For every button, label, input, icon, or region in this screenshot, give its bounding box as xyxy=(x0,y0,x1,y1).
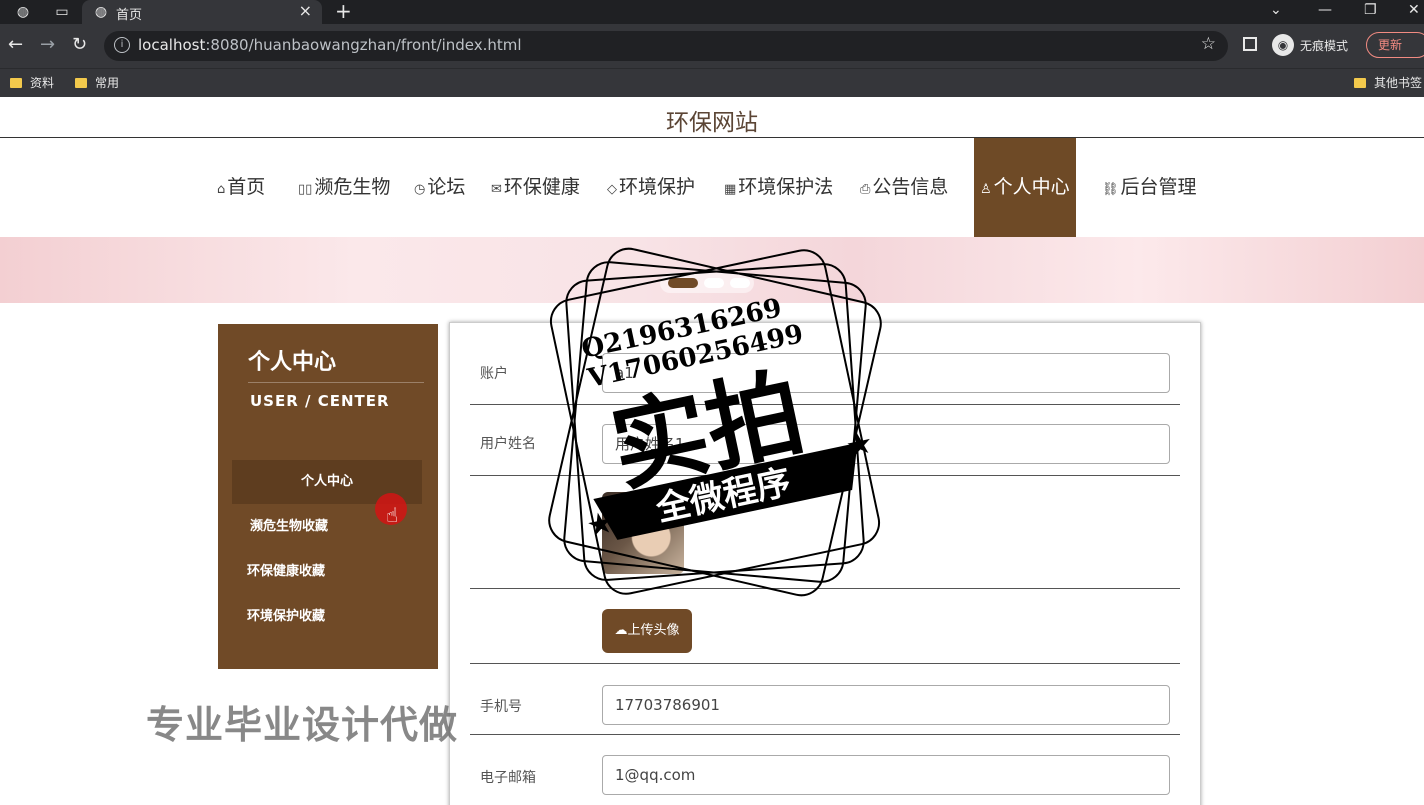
back-arrow-icon[interactable]: ← xyxy=(8,34,23,56)
user-icon: ♙ xyxy=(980,182,992,197)
form-row-email: 电子邮箱 1@qq.com xyxy=(470,735,1180,805)
window-icon[interactable]: ▭ xyxy=(53,3,71,21)
carousel-indicators xyxy=(660,273,754,293)
globe-icon: ◍ xyxy=(94,4,108,20)
account-label: 账户 xyxy=(480,366,508,382)
folder-icon xyxy=(10,78,22,88)
columns-icon: ▯▯ xyxy=(298,182,313,197)
nav-item-env-protect[interactable]: ◇ 环境保护 xyxy=(607,138,695,237)
other-bookmarks[interactable]: 其他书签 xyxy=(1354,74,1422,91)
tab-title: 首页 xyxy=(116,8,143,23)
upload-avatar-button[interactable]: ☁上传头像 xyxy=(602,609,692,653)
incognito-icon[interactable]: ◉ xyxy=(1272,34,1294,56)
form-row-phone: 手机号 17703786901 xyxy=(470,664,1180,735)
link-icon: ⛓ xyxy=(1102,182,1119,197)
banner-carousel xyxy=(0,237,1424,303)
restore-button[interactable]: ❐ xyxy=(1364,0,1377,20)
url-text: localhost:8080/huanbaowangzhan/front/ind… xyxy=(138,36,522,54)
nav-item-env-law[interactable]: ▦ 环境保护法 xyxy=(724,138,833,237)
folder-icon xyxy=(1354,78,1366,88)
profile-form: 账户 a1 用户姓名 用户姓名1 ☁上传头像 手机号 17703786901 电… xyxy=(449,322,1201,805)
name-label: 用户姓名 xyxy=(480,436,536,452)
user-center-sidebar: 个人中心 USER / CENTER 个人中心 濒危生物收藏 环保健康收藏 环境… xyxy=(218,324,438,669)
address-bar[interactable]: i localhost:8080/huanbaowangzhan/front/i… xyxy=(104,31,1228,61)
home-icon: ⌂ xyxy=(217,182,226,197)
new-tab-button[interactable]: + xyxy=(335,0,352,23)
sidebar-item-env-fav[interactable]: 环境保护收藏 xyxy=(232,595,422,639)
sidebar-subtitle: USER / CENTER xyxy=(250,392,390,410)
carousel-dot-active[interactable] xyxy=(668,278,698,288)
printer-icon: ⎙ xyxy=(860,182,871,197)
carousel-dot[interactable] xyxy=(730,278,750,288)
nav-item-notice[interactable]: ⎙ 公告信息 xyxy=(860,138,948,237)
nav-item-home[interactable]: ⌂ 首页 xyxy=(217,138,265,237)
nav-item-admin[interactable]: ⛓ 后台管理 xyxy=(1102,138,1197,237)
close-tab-icon[interactable]: × xyxy=(299,1,312,20)
forward-arrow-icon[interactable]: → xyxy=(40,34,55,56)
bookmark-folder[interactable]: 常用 xyxy=(75,74,119,91)
carousel-dot[interactable] xyxy=(704,278,724,288)
minimize-button[interactable]: — xyxy=(1318,0,1332,20)
tab-search-icon[interactable]: ⌄ xyxy=(1270,0,1282,20)
nav-item-forum[interactable]: ◷ 论坛 xyxy=(414,138,465,237)
browser-tab-active[interactable]: ◍ 首页 × xyxy=(82,0,322,24)
nav-item-user-center[interactable]: ♙ 个人中心 xyxy=(974,138,1076,237)
bookmark-star-icon[interactable]: ☆ xyxy=(1201,34,1216,54)
bookmarks-bar: 资料 常用 其他书签 xyxy=(0,68,1424,97)
reload-icon[interactable]: ↻ xyxy=(72,34,87,56)
sidebar-divider xyxy=(248,382,424,383)
email-input[interactable]: 1@qq.com xyxy=(602,755,1170,795)
grid-icon: ▦ xyxy=(724,182,737,197)
sidebar-item-health-fav[interactable]: 环保健康收藏 xyxy=(232,550,422,594)
hand-cursor-icon: ☝ xyxy=(386,503,399,527)
site-info-icon[interactable]: i xyxy=(114,37,130,53)
update-button[interactable]: 更新 xyxy=(1366,32,1424,58)
nav-item-endangered[interactable]: ▯▯ 濒危生物 xyxy=(298,138,390,237)
browser-tab-strip: ◍ ▭ ◍ 首页 × + ⌄ — ❐ ✕ xyxy=(0,0,1424,24)
folder-icon xyxy=(75,78,87,88)
side-panel-icon[interactable] xyxy=(1243,37,1257,51)
clock-icon: ◷ xyxy=(414,182,426,197)
main-nav: ⌂ 首页 ▯▯ 濒危生物 ◷ 论坛 ✉ 环保健康 ◇ 环境保护 ▦ 环境保护法 ⎙ 公告信息 … xyxy=(0,138,1424,237)
form-row-name: 用户姓名 用户姓名1 xyxy=(470,405,1180,476)
tag-icon: ◇ xyxy=(607,182,617,197)
form-row-avatar xyxy=(470,476,1180,589)
phone-label: 手机号 xyxy=(480,699,522,715)
nav-item-eco-health[interactable]: ✉ 环保健康 xyxy=(491,138,580,237)
site-title: 环保网站 xyxy=(666,110,758,136)
email-label: 电子邮箱 xyxy=(480,770,536,786)
close-window-button[interactable]: ✕ xyxy=(1408,0,1420,20)
web-page: 环保网站 ⌂ 首页 ▯▯ 濒危生物 ◷ 论坛 ✉ 环保健康 ◇ 环境保护 ▦ 环境保护法 ⎙… xyxy=(0,97,1424,805)
browser-toolbar: ← → ↻ i localhost:8080/huanbaowangzhan/f… xyxy=(0,24,1424,68)
bookmark-folder[interactable]: 资料 xyxy=(10,74,54,91)
site-header: 环保网站 xyxy=(0,97,1424,138)
name-input[interactable]: 用户姓名1 xyxy=(602,424,1170,464)
cloud-upload-icon: ☁ xyxy=(614,623,628,638)
avatar xyxy=(602,492,684,574)
sidebar-title: 个人中心 xyxy=(248,350,337,375)
mail-icon: ✉ xyxy=(491,182,502,197)
form-row-upload: ☁上传头像 xyxy=(470,589,1180,664)
globe-icon[interactable]: ◍ xyxy=(14,3,32,21)
account-input[interactable]: a1 xyxy=(602,353,1170,393)
phone-input[interactable]: 17703786901 xyxy=(602,685,1170,725)
form-row-account: 账户 a1 xyxy=(470,323,1180,405)
incognito-label: 无痕模式 xyxy=(1300,39,1349,53)
